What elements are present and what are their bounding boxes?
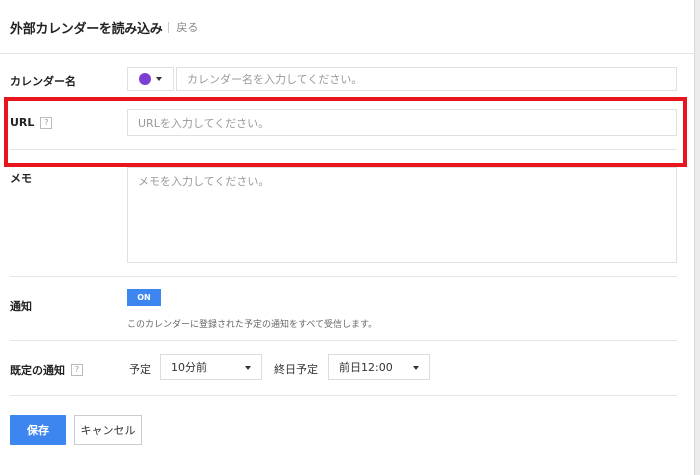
calendar-name-input[interactable]: カレンダー名を入力してください。 <box>176 67 677 91</box>
header-divider <box>0 53 694 54</box>
calendar-name-label: カレンダー名 <box>10 75 76 88</box>
calendar-color-picker[interactable] <box>127 67 174 91</box>
memo-textarea[interactable]: メモを入力してください。 <box>127 167 677 263</box>
color-dot-icon <box>139 73 151 85</box>
window-right-edge <box>694 0 700 475</box>
url-label: URL ? <box>10 116 53 129</box>
save-button[interactable]: 保存 <box>10 415 66 445</box>
help-icon[interactable]: ? <box>71 364 83 376</box>
cancel-button[interactable]: キャンセル <box>74 415 142 445</box>
memo-label: メモ <box>10 172 32 185</box>
notification-label: 通知 <box>10 300 32 313</box>
allday-notify-select[interactable]: 前日12:00 <box>328 354 430 380</box>
chevron-down-icon <box>245 366 251 370</box>
url-divider <box>10 149 677 150</box>
page-title: 外部カレンダーを読み込み <box>10 21 163 37</box>
event-notify-select[interactable]: 10分前 <box>160 354 262 380</box>
notification-divider <box>10 340 677 341</box>
event-label: 予定 <box>129 363 151 376</box>
chevron-down-icon <box>156 77 162 81</box>
memo-divider <box>10 276 677 277</box>
help-icon[interactable]: ? <box>40 116 53 129</box>
notification-toggle[interactable]: ON <box>127 289 161 306</box>
url-input[interactable]: URLを入力してください。 <box>127 109 677 136</box>
settings-divider <box>10 395 677 396</box>
chevron-down-icon <box>413 366 419 370</box>
allday-label: 終日予定 <box>274 363 318 376</box>
notification-description: このカレンダーに登録された予定の通知をすべて受信します。 <box>127 320 378 330</box>
page-header: 外部カレンダーを読み込み 戻る <box>10 17 198 37</box>
header-separator <box>168 21 170 33</box>
back-link[interactable]: 戻る <box>176 19 198 35</box>
default-notification-label: 既定の通知 ? <box>10 362 83 378</box>
